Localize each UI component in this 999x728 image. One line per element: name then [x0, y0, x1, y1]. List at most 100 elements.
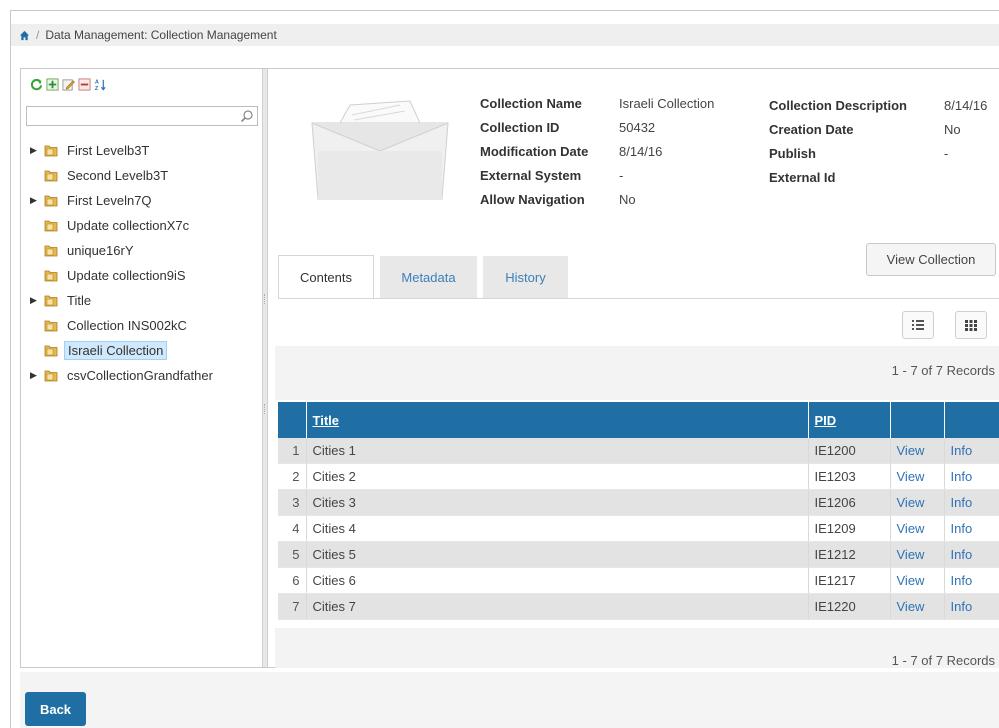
view-collection-button[interactable]: View Collection: [866, 243, 996, 276]
tree-node[interactable]: ▶ First Levelb3T: [30, 138, 216, 163]
view-link[interactable]: View: [890, 593, 945, 620]
tab-metadata[interactable]: Metadata: [380, 256, 477, 299]
table-row: 6 Cities 6 IE1217 View Info: [278, 567, 999, 594]
tree-node[interactable]: Israeli Collection: [30, 338, 216, 363]
tree-node[interactable]: Update collectionX7c: [30, 213, 216, 238]
remove-node-icon[interactable]: [78, 78, 91, 91]
collection-thumbnail: [311, 100, 449, 200]
column-header-title-label[interactable]: Title: [313, 413, 340, 428]
row-index: 2: [278, 463, 307, 490]
refresh-icon[interactable]: [30, 78, 43, 91]
grid-view-icon: [965, 320, 977, 331]
records-bar-bottom: 1 - 7 of 7 Records: [275, 628, 999, 668]
records-summary-top: 1 - 7 of 7 Records: [891, 363, 995, 378]
tree-node[interactable]: ▶ csvCollectionGrandfather: [30, 363, 216, 388]
tree-node[interactable]: Second Levelb3T: [30, 163, 216, 188]
view-link[interactable]: View: [890, 567, 945, 594]
row-title: Cities 3: [306, 489, 809, 516]
detail-key: Creation Date: [769, 122, 854, 137]
edit-node-icon[interactable]: [62, 78, 75, 91]
row-index: 4: [278, 515, 307, 542]
row-title: Cities 2: [306, 463, 809, 490]
column-header-pid-label[interactable]: PID: [815, 413, 837, 428]
tree-search-input[interactable]: [26, 106, 258, 126]
expand-arrow-icon[interactable]: ▶: [30, 195, 44, 206]
list-view-button[interactable]: [902, 311, 934, 339]
detail-value: Israeli Collection: [619, 96, 715, 111]
info-link[interactable]: Info: [944, 489, 999, 516]
view-link[interactable]: View: [890, 515, 945, 542]
tree-node-label[interactable]: Israeli Collection: [64, 341, 168, 360]
column-header-pid[interactable]: PID: [808, 402, 891, 438]
search-icon[interactable]: [240, 109, 254, 123]
tree-node-label[interactable]: First Leveln7Q: [64, 192, 155, 209]
details-right-values: 8/14/16 No -: [944, 94, 987, 166]
tree-toolbar: A Z: [30, 78, 107, 91]
tree-node[interactable]: Update collection9iS: [30, 263, 216, 288]
column-header-title[interactable]: Title: [306, 402, 809, 438]
detail-key: Collection Description: [769, 98, 907, 113]
breadcrumb-separator: /: [36, 28, 40, 42]
tree-node-label[interactable]: Update collectionX7c: [64, 217, 192, 234]
tree-node-label[interactable]: Title: [64, 292, 94, 309]
view-link[interactable]: View: [890, 541, 945, 568]
detail-value: -: [619, 168, 624, 183]
tree-node-label[interactable]: Collection INS002kC: [64, 317, 190, 334]
info-link[interactable]: Info: [944, 541, 999, 568]
view-link[interactable]: View: [890, 489, 945, 516]
detail-key: External System: [480, 168, 582, 183]
collection-folder-icon: [44, 145, 58, 157]
table-row: 7 Cities 7 IE1220 View Info: [278, 593, 999, 620]
expand-arrow-icon[interactable]: ▶: [30, 145, 44, 156]
sort-az-icon[interactable]: A Z: [94, 78, 107, 91]
splitter-grip[interactable]: [264, 294, 267, 304]
grid-view-button[interactable]: [955, 311, 987, 339]
column-header-info: [944, 402, 999, 438]
tree-node-label[interactable]: Second Levelb3T: [64, 167, 171, 184]
tree-node[interactable]: unique16rY: [30, 238, 216, 263]
tab-divider: [278, 298, 999, 299]
expand-arrow-icon[interactable]: ▶: [30, 370, 44, 381]
footer-bar: [20, 672, 999, 728]
row-title: Cities 7: [306, 593, 809, 620]
breadcrumb-current: Data Management: Collection Management: [45, 28, 277, 42]
home-icon[interactable]: [19, 30, 30, 41]
info-link[interactable]: Info: [944, 463, 999, 490]
tree-node-label[interactable]: csvCollectionGrandfather: [64, 367, 216, 384]
tree-node[interactable]: ▶ First Leveln7Q: [30, 188, 216, 213]
pane-splitter[interactable]: [262, 69, 268, 667]
row-pid: IE1203: [808, 463, 891, 490]
records-bar-top: 1 - 7 of 7 Records: [275, 346, 999, 400]
tree-node-label[interactable]: unique16rY: [64, 242, 137, 259]
tree-node[interactable]: Collection INS002kC: [30, 313, 216, 338]
info-link[interactable]: Info: [944, 515, 999, 542]
info-link[interactable]: Info: [944, 438, 999, 464]
tree-node-label[interactable]: First Levelb3T: [64, 142, 152, 159]
collection-folder-icon: [44, 170, 58, 182]
details-left-values: Israeli Collection 50432 8/14/16 - No: [619, 92, 714, 212]
add-node-icon[interactable]: [46, 78, 59, 91]
view-link[interactable]: View: [890, 438, 945, 464]
detail-key: External Id: [769, 170, 836, 185]
table-row: 3 Cities 3 IE1206 View Info: [278, 489, 999, 516]
row-pid: IE1220: [808, 593, 891, 620]
detail-value: 8/14/16: [944, 98, 988, 113]
detail-value: 50432: [619, 120, 656, 135]
tree-node[interactable]: ▶ Title: [30, 288, 216, 313]
splitter-grip[interactable]: [264, 404, 267, 414]
view-link[interactable]: View: [890, 463, 945, 490]
detail-value: -: [944, 146, 949, 161]
detail-key: Allow Navigation: [480, 192, 585, 207]
expand-arrow-icon[interactable]: ▶: [30, 295, 44, 306]
tree-node-label[interactable]: Update collection9iS: [64, 267, 189, 284]
row-pid: IE1217: [808, 567, 891, 594]
info-link[interactable]: Info: [944, 593, 999, 620]
collection-folder-icon: [44, 370, 58, 382]
row-title: Cities 5: [306, 541, 809, 568]
detail-value: No: [619, 192, 636, 207]
back-button[interactable]: Back: [25, 692, 86, 726]
info-link[interactable]: Info: [944, 567, 999, 594]
tab-contents[interactable]: Contents: [278, 255, 374, 299]
row-title: Cities 6: [306, 567, 809, 594]
tab-history[interactable]: History: [483, 256, 568, 299]
